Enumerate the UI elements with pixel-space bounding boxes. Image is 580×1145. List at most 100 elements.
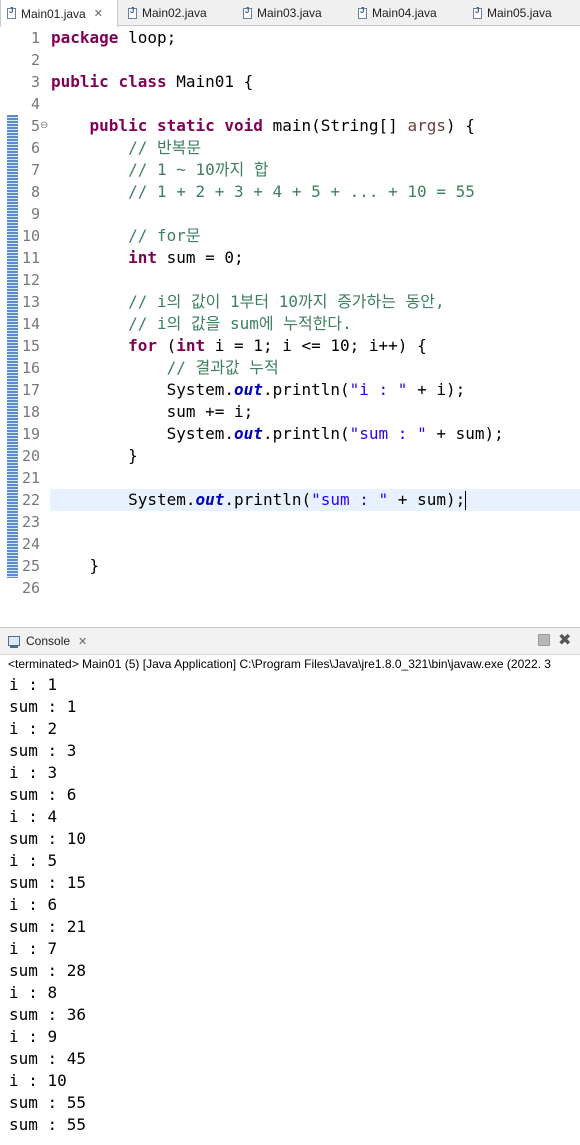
output-line: sum : 21 <box>9 917 87 936</box>
console-header: Console ✕ ✖ <box>0 627 580 655</box>
output-line: i : 10 <box>9 1071 67 1090</box>
code-text: .println( <box>262 380 350 399</box>
code-text: loop; <box>118 28 177 47</box>
output-line: sum : 55 <box>9 1093 87 1112</box>
keyword: public <box>51 72 109 91</box>
terminate-icon[interactable] <box>538 634 550 646</box>
code-line-18[interactable]: sum += i; <box>51 401 254 423</box>
line-number: 5 <box>30 117 40 135</box>
output-line: i : 6 <box>9 895 58 914</box>
close-icon[interactable]: ✕ <box>78 635 87 648</box>
code-editor[interactable]: 1 2 3 4 5 ⊖ 6 7 8 9 10 11 12 13 14 15 16… <box>0 27 580 603</box>
keyword: static <box>156 116 215 135</box>
code-text: System. <box>166 380 235 399</box>
comment: // for문 <box>128 226 201 245</box>
line-number: 2 <box>30 51 40 69</box>
tab-main03[interactable]: Main03.java <box>237 0 347 26</box>
line-number: 15 <box>21 337 40 355</box>
comment: // i의 값을 sum에 누적한다. <box>128 314 352 333</box>
comment: // 1 ~ 10까지 합 <box>128 160 269 179</box>
code-text: Main01 { <box>166 72 254 91</box>
code-line-5[interactable]: public static void main(String[] args) { <box>51 115 475 137</box>
text-cursor <box>465 491 467 510</box>
code-text: System. <box>128 490 196 509</box>
keyword: int <box>128 248 157 267</box>
line-number: 1 <box>30 29 40 47</box>
tab-main04[interactable]: Main04.java <box>352 0 462 26</box>
line-number: 18 <box>21 403 40 421</box>
output-line: sum : 15 <box>9 873 87 892</box>
line-number: 23 <box>21 513 40 531</box>
code-line-8[interactable]: // 1 + 2 + 3 + 4 + 5 + ... + 10 = 55 <box>51 181 475 203</box>
keyword: void <box>224 116 263 135</box>
code-line-25[interactable]: } <box>51 555 100 577</box>
output-line: i : 4 <box>9 807 58 826</box>
output-line: sum : 45 <box>9 1049 87 1068</box>
line-number: 3 <box>30 73 40 91</box>
console-tab-label: Console <box>26 634 71 648</box>
code-line-11[interactable]: int sum = 0; <box>51 247 244 269</box>
output-line: sum : 55 <box>9 1115 87 1134</box>
output-line: i : 7 <box>9 939 58 958</box>
static-field: out <box>234 424 263 443</box>
code-line-16[interactable]: // 결과값 누적 <box>51 357 279 379</box>
string-literal: "sum : " <box>311 490 389 509</box>
tab-main05[interactable]: Main05.java <box>467 0 577 26</box>
comment: // 1 + 2 + 3 + 4 + 5 + ... + 10 = 55 <box>128 182 475 201</box>
line-number: 19 <box>21 425 40 443</box>
line-number: 10 <box>21 227 40 245</box>
code-line-20[interactable]: } <box>51 445 138 467</box>
tab-console[interactable]: Console ✕ <box>8 634 87 648</box>
code-line-19[interactable]: System.out.println("sum : " + sum); <box>51 423 504 445</box>
line-number: 4 <box>30 95 40 113</box>
code-line-17[interactable]: System.out.println("i : " + i); <box>51 379 466 401</box>
code-text: + i); <box>407 380 466 399</box>
code-text: .println( <box>224 490 312 509</box>
keyword: int <box>176 336 206 355</box>
code-line-15[interactable]: for (int i = 1; i <= 10; i++) { <box>51 335 427 357</box>
tab-main01[interactable]: Main01.java ✕ <box>0 0 118 27</box>
keyword: class <box>118 72 167 91</box>
output-line: i : 2 <box>9 719 58 738</box>
line-number: 25 <box>21 557 40 575</box>
line-number: 7 <box>30 161 40 179</box>
line-number: 22 <box>21 491 40 509</box>
code-text: i = 1; i <= 10; i++) { <box>205 336 427 355</box>
code-line-3[interactable]: public class Main01 { <box>51 71 253 93</box>
keyword: package <box>51 28 119 47</box>
code-text: System. <box>166 424 235 443</box>
keyword: public <box>89 116 148 135</box>
close-icon[interactable]: ✕ <box>94 7 103 20</box>
line-number: 16 <box>21 359 40 377</box>
line-number: 13 <box>21 293 40 311</box>
tab-label: Main04.java <box>372 6 437 20</box>
remove-launches-icon[interactable]: ✖ <box>558 632 571 648</box>
line-number: 14 <box>21 315 40 333</box>
output-line: i : 9 <box>9 1027 58 1046</box>
output-line: i : 1 <box>9 675 58 694</box>
code-line-6[interactable]: // 반복문 <box>51 137 201 159</box>
code-line-10[interactable]: // for문 <box>51 225 201 247</box>
code-line-13[interactable]: // i의 값이 1부터 10까지 증가하는 동안, <box>51 291 445 313</box>
line-number: 12 <box>21 271 40 289</box>
code-text: sum += i; <box>166 402 254 421</box>
tab-main02[interactable]: Main02.java <box>122 0 232 26</box>
line-number: 20 <box>21 447 40 465</box>
output-line: sum : 6 <box>9 785 77 804</box>
java-file-icon <box>128 6 137 19</box>
string-literal: "sum : " <box>349 424 427 443</box>
tab-label: Main03.java <box>257 6 322 20</box>
output-line: sum : 10 <box>9 829 87 848</box>
code-line-1[interactable]: package loop; <box>51 27 176 49</box>
code-text: .println( <box>262 424 350 443</box>
static-field: out <box>234 380 263 399</box>
code-line-14[interactable]: // i의 값을 sum에 누적한다. <box>51 313 352 335</box>
console-status: <terminated> Main01 (5) [Java Applicatio… <box>8 657 551 671</box>
tab-label: Main02.java <box>142 6 207 20</box>
editor-tab-bar: Main01.java ✕ Main02.java Main03.java Ma… <box>0 0 580 27</box>
output-line: i : 3 <box>9 763 58 782</box>
code-line-22[interactable]: System.out.println("sum : " + sum); <box>51 489 467 511</box>
fold-collapse-icon[interactable]: ⊖ <box>40 115 48 137</box>
code-text: } <box>128 446 138 465</box>
code-line-7[interactable]: // 1 ~ 10까지 합 <box>51 159 269 181</box>
